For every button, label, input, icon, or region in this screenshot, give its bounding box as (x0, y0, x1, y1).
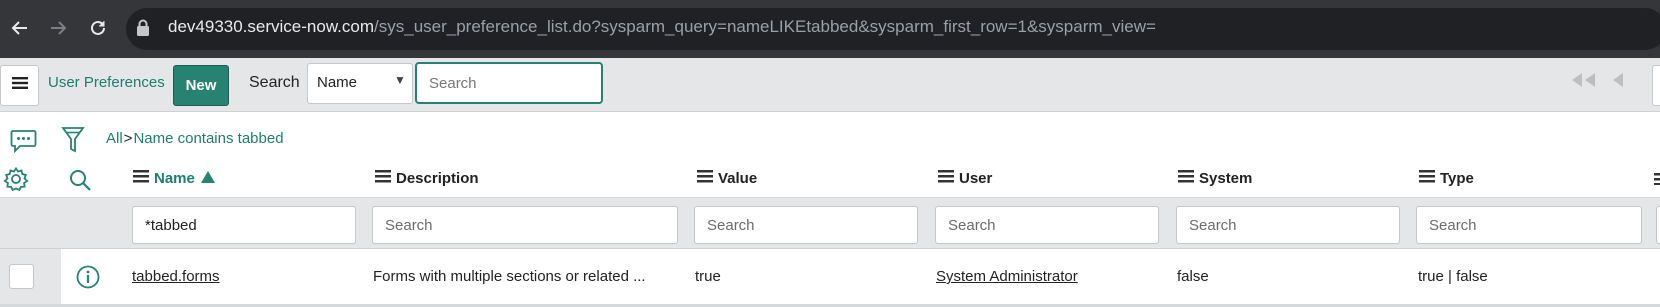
url-text[interactable]: dev49330.service-now.com/sys_user_prefer… (168, 17, 1156, 37)
info-circle-icon[interactable] (76, 265, 100, 294)
row-user-link[interactable]: System Administrator (936, 268, 1078, 285)
column-menu-icon[interactable] (697, 170, 713, 187)
search-icon[interactable] (68, 168, 92, 197)
chevron-down-icon: ▼ (394, 73, 406, 87)
back-arrow-icon[interactable] (6, 14, 34, 42)
reload-icon[interactable] (84, 14, 112, 42)
new-button[interactable]: New (173, 65, 229, 106)
column-menu-icon[interactable] (133, 170, 149, 187)
row-checkbox[interactable] (9, 264, 34, 289)
list-header: User Preferences New Search Name ▼ Searc… (0, 58, 1660, 112)
pager-first-field[interactable] (1652, 65, 1660, 106)
search-label: Search (249, 74, 300, 91)
breadcrumb-separator: > (123, 130, 133, 147)
forward-arrow-icon[interactable] (44, 14, 72, 42)
column-label[interactable]: User (959, 170, 992, 187)
column-label[interactable]: Type (1440, 170, 1474, 187)
column-header-description[interactable]: Description (375, 170, 479, 187)
value-filter-input[interactable]: Search (694, 206, 918, 244)
column-header-system[interactable]: System (1178, 170, 1252, 187)
previous-page-icon[interactable] (1609, 71, 1625, 94)
column-label[interactable]: Name (154, 170, 195, 187)
sort-ascending-icon (200, 170, 215, 187)
type-filter-input[interactable]: Search (1416, 206, 1642, 244)
extra-filter-input[interactable] (1656, 206, 1660, 244)
lock-icon[interactable] (136, 19, 150, 42)
column-header-user[interactable]: User (938, 170, 992, 187)
row-type: true | false (1418, 268, 1488, 285)
column-label[interactable]: System (1199, 170, 1252, 187)
column-header-type[interactable]: Type (1419, 170, 1474, 187)
browser-toolbar: dev49330.service-now.com/sys_user_prefer… (0, 0, 1660, 58)
column-header-name[interactable]: Name (133, 170, 215, 187)
search-input[interactable]: Search (415, 62, 603, 104)
breadcrumb-condition[interactable]: Name contains tabbed (133, 130, 283, 147)
column-header-value[interactable]: Value (697, 170, 757, 187)
list-title[interactable]: User Preferences (48, 74, 165, 91)
row-name-link[interactable]: tabbed.forms (132, 268, 220, 285)
system-filter-input[interactable]: Search (1176, 206, 1400, 244)
row-value: true (695, 268, 721, 285)
column-menu-icon[interactable] (1654, 173, 1660, 185)
name-filter-input[interactable]: *tabbed (132, 206, 356, 244)
list-context-menu-button[interactable] (0, 65, 39, 106)
hamburger-menu-icon (11, 76, 28, 95)
chat-icon[interactable] (10, 129, 37, 158)
first-page-icon[interactable] (1568, 71, 1598, 94)
column-label[interactable]: Value (718, 170, 757, 187)
row-description: Forms with multiple sections or related … (373, 268, 646, 285)
gear-icon[interactable] (3, 166, 29, 197)
url-path: /sys_user_preference_list.do?sysparm_que… (374, 17, 1156, 36)
row-system: false (1177, 268, 1209, 285)
column-menu-icon[interactable] (938, 170, 954, 187)
column-menu-icon[interactable] (1419, 170, 1435, 187)
breadcrumb: All>Name contains tabbed (106, 130, 284, 147)
user-filter-input[interactable]: Search (935, 206, 1159, 244)
column-label[interactable]: Description (396, 170, 479, 187)
url-host: dev49330.service-now.com (168, 17, 375, 36)
breadcrumb-all[interactable]: All (106, 130, 123, 147)
description-filter-input[interactable]: Search (372, 206, 678, 244)
filter-funnel-icon[interactable] (61, 126, 85, 159)
column-menu-icon[interactable] (1178, 170, 1194, 187)
column-menu-icon[interactable] (375, 170, 391, 187)
